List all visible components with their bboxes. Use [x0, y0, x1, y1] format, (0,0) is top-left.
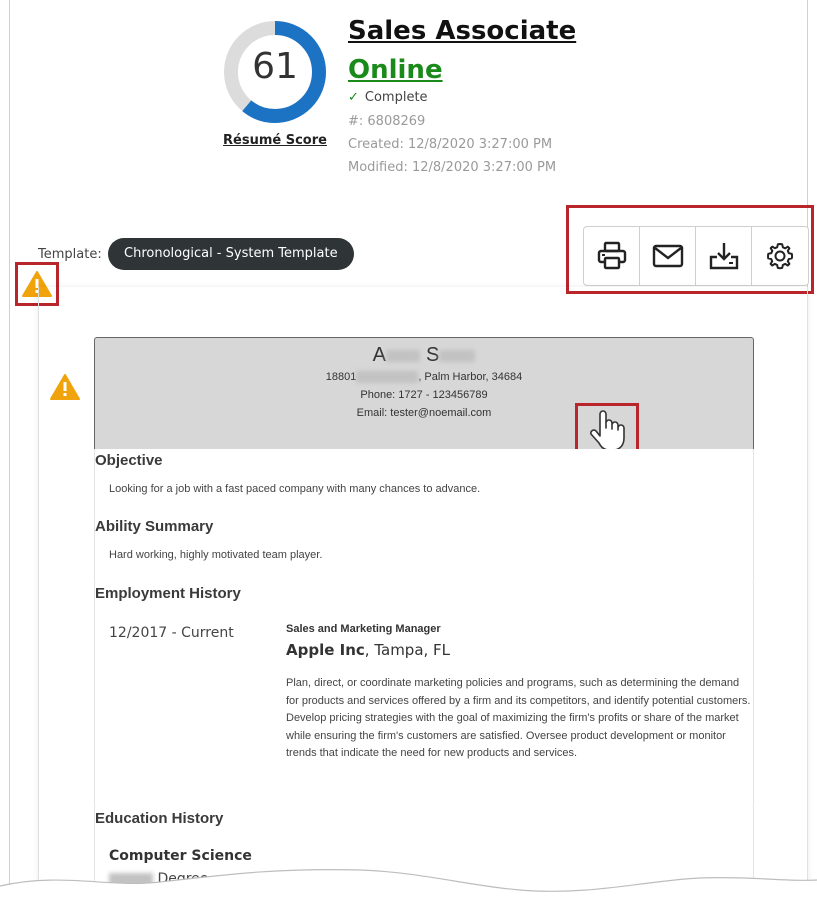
employment-role: Sales and Marketing Manager: [286, 623, 441, 635]
print-button[interactable]: [584, 227, 640, 285]
employment-title: Employment History: [95, 585, 241, 602]
resume-score-link[interactable]: Résumé Score: [222, 133, 328, 148]
gear-icon: [767, 243, 794, 270]
address-line: 18801 , Palm Harbor, 34684: [95, 371, 753, 384]
name-first: A: [372, 344, 386, 366]
hand-cursor-icon: [590, 410, 625, 451]
download-icon: [709, 243, 738, 270]
score-value: 61: [252, 46, 298, 87]
redacted-text: [356, 371, 419, 384]
name-last: S: [426, 344, 440, 366]
warning-icon[interactable]: [50, 374, 80, 400]
contact-header[interactable]: AS 18801, Palm Harbor, 34684 Phone: 1727…: [94, 337, 754, 451]
employment-date: 12/2017 - Current: [109, 625, 234, 641]
education-title: Education History: [95, 810, 224, 827]
torn-edge: [0, 869, 817, 907]
download-button[interactable]: [696, 227, 752, 285]
objective-title: Objective: [95, 452, 163, 469]
company-location: , Tampa, FL: [364, 641, 451, 659]
resume-title[interactable]: Sales Associate: [348, 16, 576, 46]
settings-button[interactable]: [752, 227, 808, 285]
employment-company: Apple Inc, Tampa, FL: [286, 641, 450, 659]
completion-status: ✓ Complete: [348, 90, 428, 105]
redacted-text: [439, 349, 476, 362]
address-end: , Palm Harbor, 34684: [418, 371, 523, 383]
check-icon: ✓: [348, 90, 359, 105]
status-link[interactable]: Online: [348, 55, 443, 85]
template-label: Template:: [38, 247, 102, 262]
address-start: 18801: [325, 371, 357, 383]
email-line: Email: tester@noemail.com: [356, 407, 492, 419]
redacted-text: [386, 349, 420, 362]
ability-title: Ability Summary: [95, 518, 214, 535]
envelope-icon: [652, 244, 683, 268]
created-date: Created: 12/8/2020 3:27:00 PM: [348, 137, 553, 152]
objective-text: Looking for a job with a fast paced comp…: [109, 483, 481, 495]
company-name: Apple Inc: [286, 641, 365, 659]
applicant-name: AS: [95, 344, 753, 367]
email-button[interactable]: [640, 227, 696, 285]
ability-text: Hard working, highly motivated team play…: [109, 549, 323, 561]
modified-date: Modified: 12/8/2020 3:27:00 PM: [348, 160, 557, 175]
printer-icon: [597, 241, 626, 270]
resume-number: #: 6808269: [348, 114, 426, 129]
action-toolbar: [583, 226, 809, 286]
employment-description: Plan, direct, or coordinate marketing po…: [286, 677, 751, 759]
phone-line: Phone: 1727 - 123456789: [360, 389, 488, 401]
template-selector[interactable]: Chronological - System Template: [108, 238, 354, 270]
completion-text: Complete: [364, 90, 428, 105]
